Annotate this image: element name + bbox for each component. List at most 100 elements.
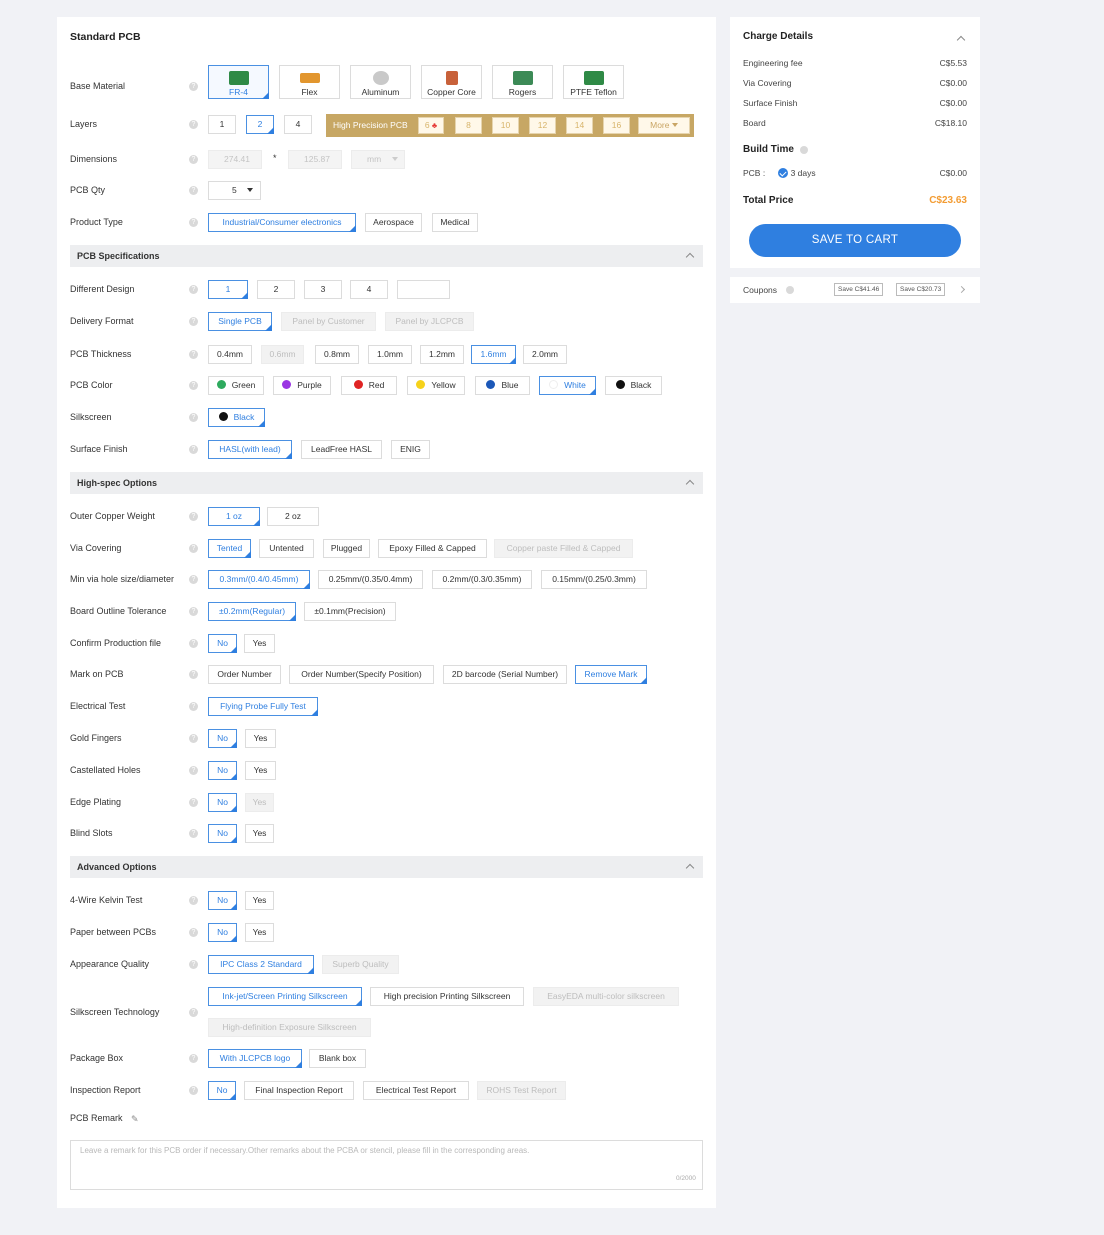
help-icon[interactable]: ? [189, 1054, 198, 1063]
via-tented[interactable]: Tented [208, 539, 251, 558]
blind-slots-yes[interactable]: Yes [245, 824, 274, 843]
pencil-icon[interactable]: ✎ [131, 1114, 140, 1124]
design-2[interactable]: 2 [257, 280, 295, 299]
silk-tech-inkjet[interactable]: Ink-jet/Screen Printing Silkscreen [208, 987, 362, 1006]
build-time-option[interactable]: 3 days [777, 168, 816, 178]
color-blue[interactable]: Blue [475, 376, 530, 395]
help-icon[interactable]: ? [189, 350, 198, 359]
help-icon[interactable]: ? [189, 1008, 198, 1017]
layer-8[interactable]: 8 [455, 117, 482, 134]
material-copper-core[interactable]: Copper Core [421, 65, 482, 99]
save-to-cart-button[interactable]: SAVE TO CART [749, 224, 961, 257]
coupon-badge[interactable]: Save C$20.73 [896, 283, 946, 296]
design-1[interactable]: 1 [208, 280, 248, 299]
help-icon[interactable]: ? [189, 285, 198, 294]
help-icon[interactable]: ? [189, 1086, 198, 1095]
design-4[interactable]: 4 [350, 280, 388, 299]
layer-16[interactable]: 16 [603, 117, 630, 134]
copper-1oz[interactable]: 1 oz [208, 507, 260, 526]
inspection-no[interactable]: No [208, 1081, 236, 1100]
width-input[interactable]: 274.41 [208, 150, 262, 169]
help-icon[interactable]: ? [189, 829, 198, 838]
color-yellow[interactable]: Yellow [407, 376, 465, 395]
material-ptfe-teflon[interactable]: PTFE Teflon [563, 65, 624, 99]
layer-6[interactable]: 6 ♣ [418, 117, 444, 134]
finish-enig[interactable]: ENIG [391, 440, 430, 459]
four-wire-no[interactable]: No [208, 891, 237, 910]
product-type-industrial[interactable]: Industrial/Consumer electronics [208, 213, 356, 232]
mark-2d-barcode[interactable]: 2D barcode (Serial Number) [443, 665, 567, 684]
mark-order-number[interactable]: Order Number [208, 665, 281, 684]
material-fr4[interactable]: FR-4 [208, 65, 269, 99]
thickness-0-8[interactable]: 0.8mm [315, 345, 359, 364]
layer-10[interactable]: 10 [492, 117, 519, 134]
help-icon[interactable]: ? [189, 928, 198, 937]
design-custom-input[interactable] [397, 280, 450, 299]
help-icon[interactable]: ? [189, 317, 198, 326]
silk-tech-high-definition[interactable]: High-definition Exposure Silkscreen [208, 1018, 371, 1037]
layer-1[interactable]: 1 [208, 115, 236, 134]
appearance-ipc-class2[interactable]: IPC Class 2 Standard [208, 955, 314, 974]
color-red[interactable]: Red [341, 376, 397, 395]
electrical-flying-probe[interactable]: Flying Probe Fully Test [208, 697, 318, 716]
gold-fingers-yes[interactable]: Yes [245, 729, 276, 748]
min-via-0-25[interactable]: 0.25mm/(0.35/0.4mm) [318, 570, 423, 589]
copper-2oz[interactable]: 2 oz [267, 507, 319, 526]
help-icon[interactable]: ? [189, 82, 198, 91]
product-type-medical[interactable]: Medical [432, 213, 478, 232]
min-via-0-3[interactable]: 0.3mm/(0.4/0.45mm) [208, 570, 310, 589]
thickness-0-6[interactable]: 0.6mm [261, 345, 304, 364]
inspection-rohs[interactable]: ROHS Test Report [477, 1081, 566, 1100]
help-icon[interactable]: ? [189, 896, 198, 905]
coupon-badge[interactable]: Save C$41.46 [834, 283, 884, 296]
castellated-no[interactable]: No [208, 761, 237, 780]
color-black[interactable]: Black [605, 376, 662, 395]
help-icon[interactable]: ? [189, 670, 198, 679]
layer-4[interactable]: 4 [284, 115, 312, 134]
outline-precision[interactable]: ±0.1mm(Precision) [304, 602, 396, 621]
layer-2[interactable]: 2 [246, 115, 274, 134]
paper-between-no[interactable]: No [208, 923, 237, 942]
silkscreen-black[interactable]: Black [208, 408, 265, 427]
help-icon[interactable]: ? [189, 734, 198, 743]
material-rogers[interactable]: Rogers [492, 65, 553, 99]
help-icon[interactable]: ? [189, 607, 198, 616]
min-via-0-2[interactable]: 0.2mm/(0.3/0.35mm) [432, 570, 532, 589]
silk-tech-high-precision[interactable]: High precision Printing Silkscreen [370, 987, 524, 1006]
help-icon[interactable]: ? [189, 381, 198, 390]
package-jlcpcb-logo[interactable]: With JLCPCB logo [208, 1049, 302, 1068]
silk-tech-easyeda[interactable]: EasyEDA multi-color silkscreen [533, 987, 679, 1006]
four-wire-yes[interactable]: Yes [245, 891, 274, 910]
chevron-right-icon[interactable] [957, 285, 966, 294]
outline-regular[interactable]: ±0.2mm(Regular) [208, 602, 296, 621]
finish-hasl-lead[interactable]: HASL(with lead) [208, 440, 292, 459]
min-via-0-15[interactable]: 0.15mm/(0.25/0.3mm) [541, 570, 647, 589]
material-aluminum[interactable]: Aluminum [350, 65, 411, 99]
thickness-2-0[interactable]: 2.0mm [523, 345, 567, 364]
via-copper-paste[interactable]: Copper paste Filled & Capped [494, 539, 633, 558]
coupons-bar[interactable]: Coupons Save C$41.46 Save C$20.73 [730, 277, 980, 303]
thickness-1-2[interactable]: 1.2mm [420, 345, 464, 364]
edge-plating-no[interactable]: No [208, 793, 237, 812]
help-icon[interactable]: ? [189, 766, 198, 775]
delivery-panel-customer[interactable]: Panel by Customer [281, 312, 376, 331]
help-icon[interactable]: ? [189, 413, 198, 422]
blind-slots-no[interactable]: No [208, 824, 237, 843]
section-pcb-specifications[interactable]: PCB Specifications [70, 245, 703, 267]
help-icon[interactable]: ? [189, 186, 198, 195]
edge-plating-yes[interactable]: Yes [245, 793, 274, 812]
delivery-panel-jlcpcb[interactable]: Panel by JLCPCB [385, 312, 474, 331]
via-epoxy-filled[interactable]: Epoxy Filled & Capped [378, 539, 487, 558]
help-icon[interactable]: ? [189, 218, 198, 227]
help-icon[interactable]: ? [189, 575, 198, 584]
paper-between-yes[interactable]: Yes [245, 923, 274, 942]
gold-fingers-no[interactable]: No [208, 729, 237, 748]
help-icon[interactable] [786, 286, 794, 294]
height-input[interactable]: 125.87 [288, 150, 342, 169]
section-advanced-options[interactable]: Advanced Options [70, 856, 703, 878]
confirm-no[interactable]: No [208, 634, 237, 653]
castellated-yes[interactable]: Yes [245, 761, 276, 780]
inspection-electrical[interactable]: Electrical Test Report [363, 1081, 469, 1100]
package-blank-box[interactable]: Blank box [309, 1049, 366, 1068]
thickness-1-6[interactable]: 1.6mm [471, 345, 516, 364]
